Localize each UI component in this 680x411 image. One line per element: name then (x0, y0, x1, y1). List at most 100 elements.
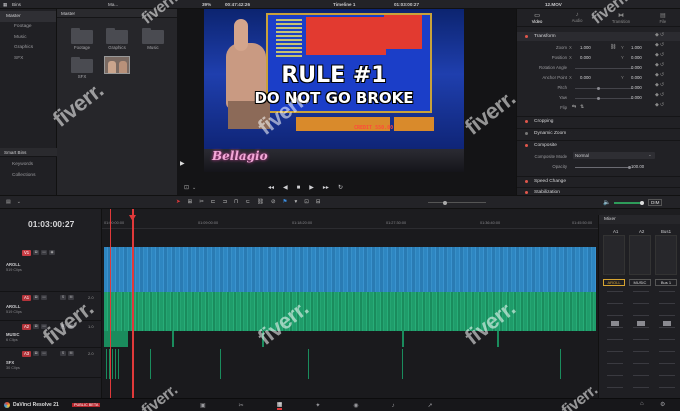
audio-clip-music[interactable] (172, 331, 174, 347)
enable-dot-icon[interactable] (525, 144, 528, 147)
opacity-slider[interactable] (575, 167, 630, 168)
lock-icon[interactable]: ⊠ (33, 250, 39, 255)
smart-bin-keywords[interactable]: Keywords (0, 159, 33, 170)
stop-icon[interactable]: ■ (297, 185, 301, 191)
playhead[interactable] (132, 209, 134, 398)
audio-clip-sfx[interactable] (402, 349, 403, 379)
marker-icon[interactable]: ▾ (294, 199, 297, 205)
audio-clip-sfx[interactable] (150, 349, 151, 379)
fairlight-page-icon[interactable]: ♪ (392, 403, 395, 409)
fader-knob[interactable] (611, 321, 619, 326)
reset-icon[interactable]: ◆ ↺ (655, 61, 680, 71)
enable-dot-icon[interactable] (525, 191, 528, 194)
timeline-view-icon[interactable]: ▤ (6, 199, 11, 205)
bin-music[interactable]: Music (0, 32, 56, 43)
folder-icon[interactable] (71, 28, 93, 44)
reset-icon[interactable]: ◆ ↺ (655, 41, 680, 51)
track-enable-icon[interactable]: ◉ (49, 250, 55, 255)
edit-page-icon[interactable]: ▦ (276, 401, 283, 410)
master-volume-slider[interactable] (614, 202, 642, 204)
mixer-strip-a2[interactable] (629, 235, 651, 275)
step-forward-icon[interactable]: ▸▸ (323, 184, 329, 191)
menu-item[interactable]: Ma... (108, 2, 118, 7)
smart-bins-header[interactable]: Smart Bins (0, 148, 57, 157)
blade-tool-icon[interactable]: ✂ (199, 199, 204, 205)
media-pool-icon[interactable]: ▦ (3, 2, 7, 8)
link-icon[interactable]: ⛓ (257, 199, 264, 205)
position-lock-icon[interactable]: ⊘ (271, 199, 276, 205)
enable-dot-icon[interactable] (525, 132, 528, 135)
zoom-slider[interactable] (428, 202, 486, 203)
reset-icon[interactable]: ◆ ↺ (655, 51, 680, 61)
tab-audio[interactable]: ♪ Audio (572, 12, 583, 23)
reset-icon[interactable]: ◆ ↺ (655, 91, 680, 101)
lock-icon[interactable]: ⊠ (33, 324, 39, 329)
gear-icon[interactable]: ⚙ (660, 401, 665, 408)
zoom-out-icon[interactable]: ⊟ (316, 199, 321, 205)
fader-knob[interactable] (663, 321, 671, 326)
master-volume-knob[interactable] (640, 200, 644, 205)
audio-clip-sfx[interactable] (308, 349, 309, 379)
solo-button[interactable]: S (60, 295, 66, 300)
yaw-slider[interactable] (575, 98, 633, 99)
zoom-y-value[interactable]: 1.000 (631, 45, 642, 50)
link-icon[interactable]: ⛓ (610, 44, 616, 50)
folder-icon[interactable] (71, 57, 93, 73)
lock-icon[interactable]: ⊠ (33, 295, 39, 300)
fusion-page-icon[interactable]: ✦ (315, 402, 320, 409)
audio-clip-sfx[interactable] (220, 349, 221, 379)
mixer-fader-a1[interactable] (607, 291, 623, 391)
mixer-strip-a1[interactable] (603, 235, 625, 275)
opacity-value[interactable]: 100.00 (631, 164, 644, 169)
mixer-fader-a2[interactable] (633, 291, 649, 391)
enable-dot-icon[interactable] (525, 120, 528, 123)
reset-icon[interactable]: ◆ ↺ (655, 71, 680, 81)
yaw-knob[interactable] (597, 97, 600, 100)
video-clip-strip-aroll[interactable] (104, 247, 596, 292)
timeline-ruler[interactable] (102, 209, 598, 229)
bin-sfx[interactable]: SFX (0, 53, 56, 64)
overwrite-icon[interactable]: ⊐ (222, 199, 227, 205)
lock-icon[interactable]: ⊠ (33, 351, 39, 356)
zoom-slider-knob[interactable] (443, 200, 447, 205)
bin-footage[interactable]: Footage (0, 22, 56, 33)
chevron-down-icon[interactable]: ⌄ (192, 185, 196, 191)
mixer-strip-bus1[interactable] (655, 235, 677, 275)
audio-clip-music[interactable] (402, 331, 404, 347)
anchor-y-value[interactable]: 0.000 (631, 75, 642, 80)
auto-select-icon[interactable]: ▭ (41, 351, 47, 356)
dim-button[interactable]: DIM (648, 199, 663, 206)
position-x-value[interactable]: 0.000 (580, 55, 591, 60)
fader-knob[interactable] (637, 321, 645, 326)
mixer-fader-bus1[interactable] (659, 291, 675, 391)
flip-horizontal-icon[interactable]: ⇆ (572, 104, 576, 110)
selection-tool-icon[interactable]: ➤ (176, 199, 181, 205)
pitch-knob[interactable] (597, 87, 600, 90)
insert-icon[interactable]: ⊏ (211, 199, 216, 205)
timeline-name[interactable]: Timeline 1 (333, 2, 355, 7)
replace-icon[interactable]: ⊓ (234, 199, 238, 205)
mute-button[interactable]: M (68, 295, 74, 300)
video-frame[interactable]: RULE #1 DO NOT GO BROKE CREDIT 550.00 Be… (204, 9, 464, 172)
yaw-value[interactable]: 0.000 (631, 95, 642, 100)
cut-page-icon[interactable]: ✂ (239, 402, 244, 409)
folder-icon[interactable] (106, 28, 128, 44)
timeline-tracks[interactable]: 01:00:00:00 01:09:00:00 01:18:20:00 01:2… (102, 209, 598, 398)
reset-icon[interactable]: ◆ ↺ (655, 31, 680, 41)
reset-icon[interactable]: ◆ ↺ (655, 81, 680, 91)
color-page-icon[interactable]: ◉ (353, 402, 358, 409)
bin-master[interactable]: Master (0, 11, 56, 22)
audio-clip-music[interactable] (104, 331, 128, 347)
enable-dot-icon[interactable] (525, 180, 528, 183)
zoom-x-value[interactable]: 1.000 (580, 45, 591, 50)
position-y-value[interactable]: 0.000 (631, 55, 642, 60)
home-icon[interactable]: ⌂ (640, 401, 644, 407)
trim-tool-icon[interactable]: ⊞ (188, 199, 193, 205)
flip-vertical-icon[interactable]: ⇅ (580, 104, 584, 110)
rotation-value[interactable]: 0.000 (631, 65, 642, 70)
enable-dot-icon[interactable] (525, 35, 528, 38)
play-icon[interactable]: ▶ (309, 184, 314, 191)
mute-button[interactable]: M (68, 351, 74, 356)
speaker-icon[interactable]: 🔈 (603, 199, 610, 206)
smart-bin-collections[interactable]: Collections (0, 170, 35, 181)
